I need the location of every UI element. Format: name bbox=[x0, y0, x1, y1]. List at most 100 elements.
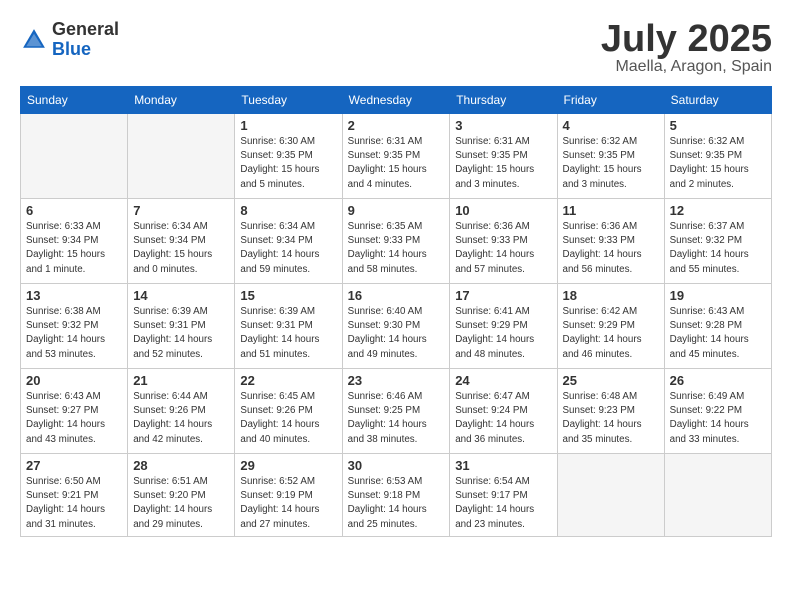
day-info: Sunrise: 6:38 AMSunset: 9:32 PMDaylight:… bbox=[26, 305, 122, 362]
title-block: July 2025 Maella, Aragon, Spain bbox=[601, 20, 772, 76]
day-info: Sunrise: 6:32 AMSunset: 9:35 PMDaylight:… bbox=[563, 135, 659, 192]
day-number: 19 bbox=[670, 288, 766, 303]
day-number: 24 bbox=[455, 373, 551, 388]
week-row: 6Sunrise: 6:33 AMSunset: 9:34 PMDaylight… bbox=[21, 199, 772, 284]
calendar-cell: 13 Sunrise: 6:38 AMSunset: 9:32 PMDayligh… bbox=[21, 284, 128, 369]
day-number: 26 bbox=[670, 373, 766, 388]
weekday-header: Wednesday bbox=[342, 87, 450, 114]
logo: General Blue bbox=[20, 20, 119, 60]
weekday-header: Thursday bbox=[450, 87, 557, 114]
calendar-table: SundayMondayTuesdayWednesdayThursdayFrid… bbox=[20, 86, 772, 537]
calendar-cell: 11 Sunrise: 6:36 AMSunset: 9:33 PMDayligh… bbox=[557, 199, 664, 284]
day-info: Sunrise: 6:37 AMSunset: 9:32 PMDaylight:… bbox=[670, 220, 766, 277]
calendar-cell: 28 Sunrise: 6:51 AMSunset: 9:20 PMDayligh… bbox=[128, 454, 235, 537]
calendar-cell: 16 Sunrise: 6:40 AMSunset: 9:30 PMDayligh… bbox=[342, 284, 450, 369]
day-number: 8 bbox=[240, 203, 336, 218]
day-info: Sunrise: 6:39 AMSunset: 9:31 PMDaylight:… bbox=[133, 305, 229, 362]
calendar-cell: 4Sunrise: 6:32 AMSunset: 9:35 PMDaylight… bbox=[557, 114, 664, 199]
calendar-cell: 20Sunrise: 6:43 AMSunset: 9:27 PMDayligh… bbox=[21, 369, 128, 454]
logo-icon bbox=[20, 26, 48, 54]
day-number: 11 bbox=[563, 203, 659, 218]
logo-general: General bbox=[52, 19, 119, 39]
calendar-cell: 2 Sunrise: 6:31 AMSunset: 9:35 PMDaylight… bbox=[342, 114, 450, 199]
day-number: 1 bbox=[240, 118, 336, 133]
calendar-cell: 1Sunrise: 6:30 AMSunset: 9:35 PMDaylight… bbox=[235, 114, 342, 199]
day-number: 12 bbox=[670, 203, 766, 218]
calendar-cell: 27 Sunrise: 6:50 AMSunset: 9:21 PMDayligh… bbox=[21, 454, 128, 537]
day-info: Sunrise: 6:35 AMSunset: 9:33 PMDaylight:… bbox=[348, 220, 445, 277]
calendar-cell: 7Sunrise: 6:34 AMSunset: 9:34 PMDaylight… bbox=[128, 199, 235, 284]
location: Maella, Aragon, Spain bbox=[601, 58, 772, 76]
day-number: 2 bbox=[348, 118, 445, 133]
calendar-cell: 12 Sunrise: 6:37 AMSunset: 9:32 PMDayligh… bbox=[664, 199, 771, 284]
calendar-cell bbox=[21, 114, 128, 199]
day-number: 5 bbox=[670, 118, 766, 133]
day-number: 29 bbox=[240, 458, 336, 473]
day-info: Sunrise: 6:43 AMSunset: 9:27 PMDaylight:… bbox=[26, 390, 122, 447]
day-info: Sunrise: 6:53 AMSunset: 9:18 PMDaylight:… bbox=[348, 475, 445, 532]
calendar-cell: 14 Sunrise: 6:39 AMSunset: 9:31 PMDayligh… bbox=[128, 284, 235, 369]
day-info: Sunrise: 6:36 AMSunset: 9:33 PMDaylight:… bbox=[563, 220, 659, 277]
calendar-cell: 15 Sunrise: 6:39 AMSunset: 9:31 PMDayligh… bbox=[235, 284, 342, 369]
calendar-cell: 9Sunrise: 6:35 AMSunset: 9:33 PMDaylight… bbox=[342, 199, 450, 284]
weekday-header: Friday bbox=[557, 87, 664, 114]
calendar-cell bbox=[664, 454, 771, 537]
day-info: Sunrise: 6:49 AMSunset: 9:22 PMDaylight:… bbox=[670, 390, 766, 447]
day-info: Sunrise: 6:44 AMSunset: 9:26 PMDaylight:… bbox=[133, 390, 229, 447]
day-info: Sunrise: 6:50 AMSunset: 9:21 PMDaylight:… bbox=[26, 475, 122, 532]
day-number: 22 bbox=[240, 373, 336, 388]
day-number: 28 bbox=[133, 458, 229, 473]
calendar-cell: 26 Sunrise: 6:49 AMSunset: 9:22 PMDayligh… bbox=[664, 369, 771, 454]
calendar-cell: 19Sunrise: 6:43 AMSunset: 9:28 PMDayligh… bbox=[664, 284, 771, 369]
day-info: Sunrise: 6:54 AMSunset: 9:17 PMDaylight:… bbox=[455, 475, 551, 532]
day-info: Sunrise: 6:42 AMSunset: 9:29 PMDaylight:… bbox=[563, 305, 659, 362]
day-info: Sunrise: 6:51 AMSunset: 9:20 PMDaylight:… bbox=[133, 475, 229, 532]
page-header: General Blue July 2025 Maella, Aragon, S… bbox=[20, 20, 772, 76]
calendar-cell: 29 Sunrise: 6:52 AMSunset: 9:19 PMDayligh… bbox=[235, 454, 342, 537]
day-info: Sunrise: 6:36 AMSunset: 9:33 PMDaylight:… bbox=[455, 220, 551, 277]
day-info: Sunrise: 6:31 AMSunset: 9:35 PMDaylight:… bbox=[348, 135, 445, 192]
day-number: 16 bbox=[348, 288, 445, 303]
day-info: Sunrise: 6:31 AMSunset: 9:35 PMDaylight:… bbox=[455, 135, 551, 192]
day-number: 25 bbox=[563, 373, 659, 388]
logo-blue: Blue bbox=[52, 39, 91, 59]
weekday-header-row: SundayMondayTuesdayWednesdayThursdayFrid… bbox=[21, 87, 772, 114]
calendar-cell: 22 Sunrise: 6:45 AMSunset: 9:26 PMDayligh… bbox=[235, 369, 342, 454]
day-info: Sunrise: 6:45 AMSunset: 9:26 PMDaylight:… bbox=[240, 390, 336, 447]
day-info: Sunrise: 6:41 AMSunset: 9:29 PMDaylight:… bbox=[455, 305, 551, 362]
day-number: 18 bbox=[563, 288, 659, 303]
day-number: 27 bbox=[26, 458, 122, 473]
calendar-cell: 23Sunrise: 6:46 AMSunset: 9:25 PMDayligh… bbox=[342, 369, 450, 454]
weekday-header: Saturday bbox=[664, 87, 771, 114]
day-info: Sunrise: 6:33 AMSunset: 9:34 PMDaylight:… bbox=[26, 220, 122, 277]
day-info: Sunrise: 6:40 AMSunset: 9:30 PMDaylight:… bbox=[348, 305, 445, 362]
calendar-cell: 25 Sunrise: 6:48 AMSunset: 9:23 PMDayligh… bbox=[557, 369, 664, 454]
day-number: 14 bbox=[133, 288, 229, 303]
calendar-cell: 3Sunrise: 6:31 AMSunset: 9:35 PMDaylight… bbox=[450, 114, 557, 199]
day-number: 7 bbox=[133, 203, 229, 218]
week-row: 13 Sunrise: 6:38 AMSunset: 9:32 PMDayligh… bbox=[21, 284, 772, 369]
calendar-cell bbox=[128, 114, 235, 199]
calendar-cell: 6Sunrise: 6:33 AMSunset: 9:34 PMDaylight… bbox=[21, 199, 128, 284]
weekday-header: Monday bbox=[128, 87, 235, 114]
calendar-cell: 10Sunrise: 6:36 AMSunset: 9:33 PMDayligh… bbox=[450, 199, 557, 284]
day-info: Sunrise: 6:39 AMSunset: 9:31 PMDaylight:… bbox=[240, 305, 336, 362]
calendar-cell: 21Sunrise: 6:44 AMSunset: 9:26 PMDayligh… bbox=[128, 369, 235, 454]
day-info: Sunrise: 6:46 AMSunset: 9:25 PMDaylight:… bbox=[348, 390, 445, 447]
day-info: Sunrise: 6:34 AMSunset: 9:34 PMDaylight:… bbox=[240, 220, 336, 277]
day-info: Sunrise: 6:47 AMSunset: 9:24 PMDaylight:… bbox=[455, 390, 551, 447]
day-info: Sunrise: 6:32 AMSunset: 9:35 PMDaylight:… bbox=[670, 135, 766, 192]
day-info: Sunrise: 6:48 AMSunset: 9:23 PMDaylight:… bbox=[563, 390, 659, 447]
day-number: 30 bbox=[348, 458, 445, 473]
calendar-cell: 30 Sunrise: 6:53 AMSunset: 9:18 PMDayligh… bbox=[342, 454, 450, 537]
week-row: 1Sunrise: 6:30 AMSunset: 9:35 PMDaylight… bbox=[21, 114, 772, 199]
weekday-header: Tuesday bbox=[235, 87, 342, 114]
day-number: 13 bbox=[26, 288, 122, 303]
calendar-cell: 8 Sunrise: 6:34 AMSunset: 9:34 PMDaylight… bbox=[235, 199, 342, 284]
weekday-header: Sunday bbox=[21, 87, 128, 114]
month-title: July 2025 bbox=[601, 20, 772, 58]
week-row: 27 Sunrise: 6:50 AMSunset: 9:21 PMDayligh… bbox=[21, 454, 772, 537]
calendar-cell: 17Sunrise: 6:41 AMSunset: 9:29 PMDayligh… bbox=[450, 284, 557, 369]
day-info: Sunrise: 6:52 AMSunset: 9:19 PMDaylight:… bbox=[240, 475, 336, 532]
day-number: 15 bbox=[240, 288, 336, 303]
